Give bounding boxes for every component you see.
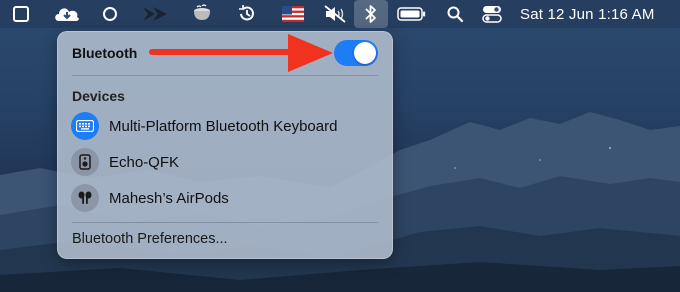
- device-item-airpods[interactable]: Mahesh’s AirPods: [71, 182, 381, 214]
- devices-heading: Devices: [72, 88, 125, 104]
- device-item-keyboard[interactable]: Multi-Platform Bluetooth Keyboard: [71, 110, 381, 142]
- mute-icon[interactable]: [322, 0, 348, 28]
- circle-icon[interactable]: [100, 0, 120, 28]
- device-name: Multi-Platform Bluetooth Keyboard: [109, 117, 338, 135]
- control-center-icon[interactable]: [480, 0, 504, 28]
- cloud-icon[interactable]: [52, 0, 82, 28]
- keyboard-icon: [71, 112, 99, 140]
- cup-icon[interactable]: [190, 0, 214, 28]
- menu-bar: Sat 12 Jun 1:16 AM: [0, 0, 680, 28]
- speaker-icon: [71, 148, 99, 176]
- airpods-icon: [71, 184, 99, 212]
- toggle-knob: [354, 42, 376, 64]
- device-item-speaker[interactable]: Echo-QFK: [71, 146, 381, 178]
- bluetooth-title: Bluetooth: [72, 45, 138, 61]
- flag-icon[interactable]: [280, 0, 306, 28]
- battery-icon[interactable]: [396, 0, 428, 28]
- divider: [72, 75, 378, 76]
- device-name: Mahesh’s AirPods: [109, 189, 229, 207]
- time-machine-icon[interactable]: [236, 0, 258, 28]
- bluetooth-icon[interactable]: [354, 0, 388, 28]
- device-name: Echo-QFK: [109, 153, 180, 171]
- square-icon[interactable]: [10, 0, 32, 28]
- bluetooth-preferences-item[interactable]: Bluetooth Preferences...: [72, 231, 228, 247]
- bluetooth-toggle[interactable]: [334, 40, 378, 66]
- menu-bar-clock[interactable]: Sat 12 Jun 1:16 AM: [520, 0, 670, 28]
- divider: [72, 222, 378, 223]
- chevron-arrows-icon[interactable]: [140, 0, 170, 28]
- bluetooth-menu-panel: Bluetooth Devices Multi-Platform Bluetoo…: [57, 31, 393, 259]
- search-icon[interactable]: [444, 0, 466, 28]
